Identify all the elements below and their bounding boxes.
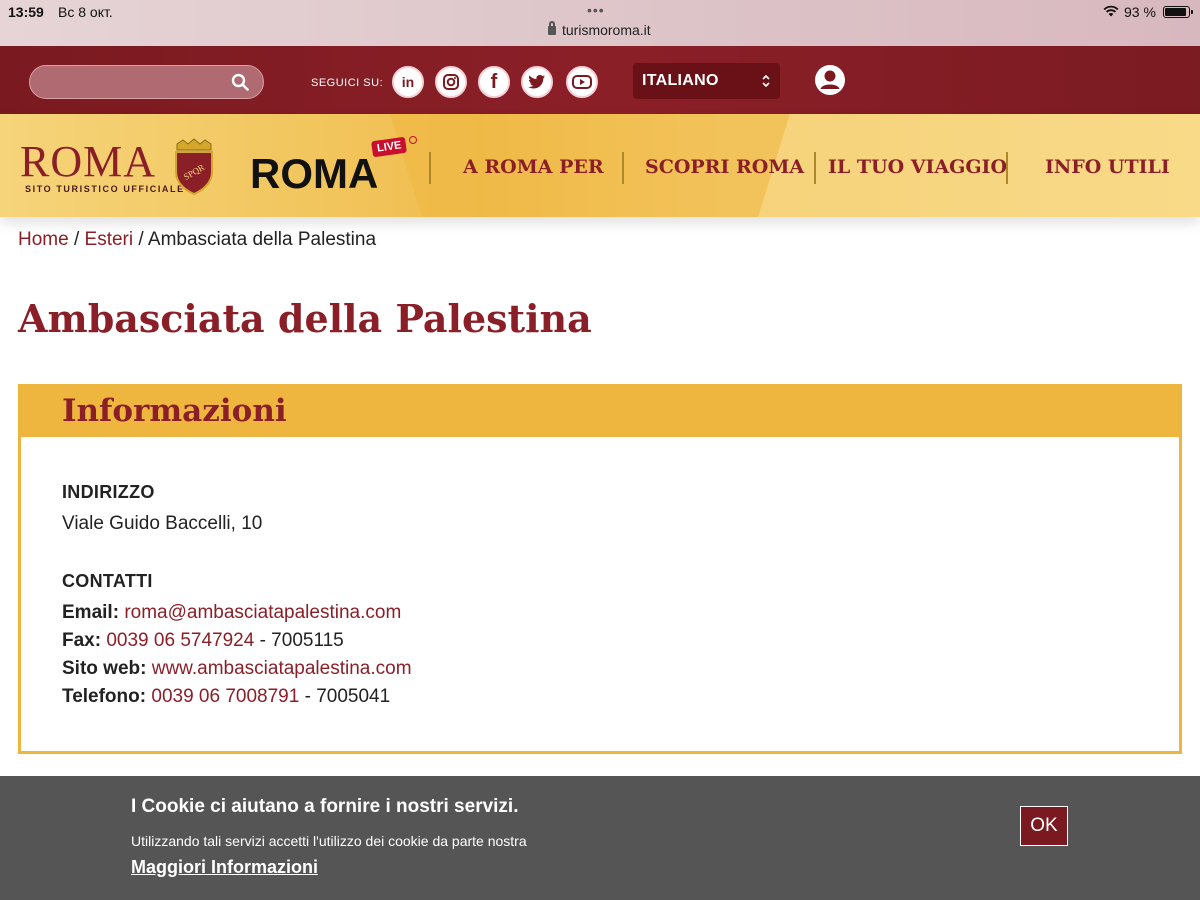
info-panel-header: Informazioni — [21, 387, 1179, 437]
lock-icon — [548, 21, 556, 35]
language-select[interactable]: ITALIANO — [633, 63, 780, 99]
website-label: Sito web: — [62, 658, 147, 679]
breadcrumb: Home / Esteri / Ambasciata della Palesti… — [18, 229, 376, 251]
user-icon[interactable] — [814, 64, 846, 96]
live-badge: LIVE — [371, 136, 408, 158]
phone-link[interactable]: 0039 06 7008791 — [151, 686, 299, 707]
info-heading: Informazioni — [62, 393, 287, 429]
breadcrumb-esteri[interactable]: Esteri — [85, 229, 134, 250]
address-value: Viale Guido Baccelli, 10 — [62, 513, 263, 534]
phone-extra: - 7005041 — [299, 686, 391, 707]
nav-separator — [622, 152, 624, 184]
fax-link[interactable]: 0039 06 5747924 — [106, 630, 254, 651]
url-text: turismoroma.it — [562, 22, 651, 38]
updown-chevron-icon — [762, 74, 770, 88]
cookie-banner: I Cookie ci aiutano a fornire i nostri s… — [0, 776, 1200, 900]
website-link[interactable]: www.ambasciatapalestina.com — [152, 658, 412, 679]
twitter-icon[interactable] — [521, 66, 553, 98]
email-link[interactable]: roma@ambasciatapalestina.com — [124, 602, 401, 623]
breadcrumb-separator: / — [133, 229, 148, 250]
status-bar: 13:59 Вс 8 окт. ••• turismoroma.it 93 % — [0, 0, 1200, 46]
follow-label: SEGUICI SU: — [311, 77, 384, 89]
phone-label: Telefono: — [62, 686, 147, 707]
nav-item-info-utili[interactable]: INFO UTILI — [1045, 156, 1170, 178]
wifi-icon — [1103, 5, 1119, 17]
nav-item-il-tuo-viaggio[interactable]: IL TUO VIAGGIO — [828, 156, 1007, 178]
fax-row: Fax: 0039 06 5747924 - 7005115 — [62, 630, 344, 652]
email-row: Email: roma@ambasciatapalestina.com — [62, 602, 401, 624]
main-navigation: ROMA SITO TURISTICO UFFICIALE SPQR ROMA … — [0, 114, 1200, 217]
cookie-ok-button[interactable]: OK — [1020, 806, 1068, 846]
contacts-label: CONTATTI — [62, 571, 153, 591]
breadcrumb-separator: / — [68, 229, 85, 250]
phone-row: Telefono: 0039 06 7008791 - 7005041 — [62, 686, 390, 708]
facebook-icon[interactable]: f — [478, 66, 510, 98]
page-title: Ambasciata della Palestina — [18, 296, 592, 341]
instagram-icon[interactable] — [435, 66, 467, 98]
status-date: Вс 8 окт. — [58, 4, 113, 20]
nav-separator — [429, 152, 431, 184]
nav-separator — [814, 152, 816, 184]
website-row: Sito web: www.ambasciatapalestina.com — [62, 658, 412, 680]
logo-subtitle: SITO TURISTICO UFFICIALE — [25, 184, 185, 194]
youtube-icon[interactable] — [566, 66, 598, 98]
roma-live-text: ROMA — [250, 150, 379, 197]
address-label: INDIRIZZO — [62, 482, 155, 502]
fax-extra: - 7005115 — [254, 630, 344, 651]
top-bar: SEGUICI SU: in f ITALIANO — [0, 46, 1200, 114]
fax-label: Fax: — [62, 630, 102, 651]
breadcrumb-current: Ambasciata della Palestina — [147, 229, 377, 250]
cookie-title: I Cookie ci aiutano a fornire i nostri s… — [131, 796, 519, 817]
search-input[interactable] — [29, 65, 264, 99]
logo-text: ROMA — [20, 137, 157, 186]
search-icon[interactable] — [231, 73, 249, 91]
linkedin-icon[interactable]: in — [392, 66, 424, 98]
browser-menu-dots[interactable]: ••• — [587, 2, 605, 18]
language-value: ITALIANO — [642, 72, 719, 89]
nav-item-a-roma-per[interactable]: A ROMA PER — [463, 156, 604, 178]
nav-item-scopri-roma[interactable]: SCOPRI ROMA — [645, 156, 804, 178]
breadcrumb-home[interactable]: Home — [18, 229, 69, 250]
cookie-text: Utilizzando tali servizi accetti l'utili… — [131, 833, 527, 849]
battery-percent: 93 % — [1124, 4, 1156, 20]
email-label: Email: — [62, 602, 120, 623]
battery-icon — [1163, 6, 1193, 18]
nav-separator — [1006, 152, 1008, 184]
address-bar[interactable]: turismoroma.it — [548, 21, 651, 38]
live-dot-icon — [409, 136, 417, 144]
status-time: 13:59 — [8, 4, 44, 20]
info-panel: Informazioni INDIRIZZO Viale Guido Bacce… — [18, 384, 1182, 754]
cookie-more-info-link[interactable]: Maggiori Informazioni — [131, 857, 318, 878]
spqr-crest-icon: SPQR — [175, 138, 213, 196]
